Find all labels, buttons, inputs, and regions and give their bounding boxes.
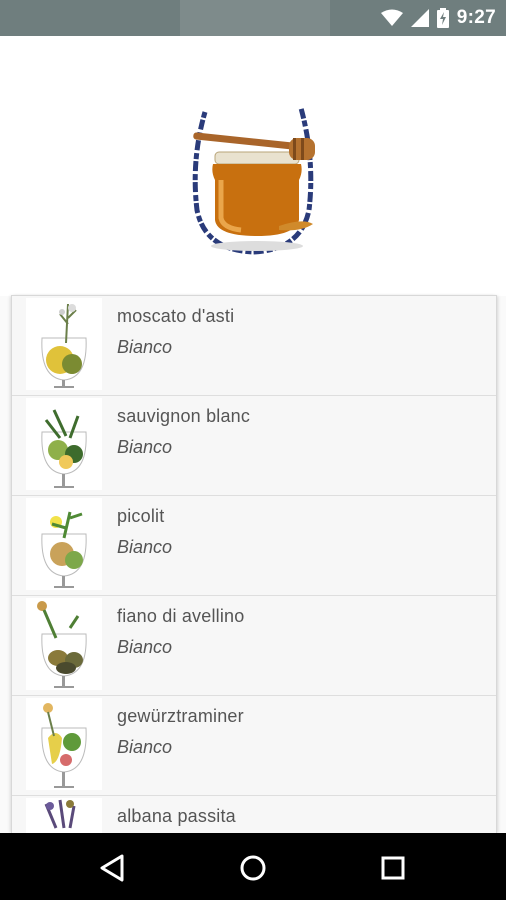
wine-glass-thumbnail [26,698,102,790]
status-bar-highlight [180,0,330,36]
wine-name: picolit [117,506,165,526]
wine-name: fiano di avellino [117,606,245,626]
signal-icon [410,9,429,27]
wine-name: sauvignon blanc [117,406,251,426]
wine-glass-thumbnail [26,398,102,490]
status-icons: 9:27 [380,0,496,36]
list-item[interactable]: albana passita [12,796,496,833]
list-item[interactable]: fiano di avellino Bianco [12,596,496,696]
list-item[interactable]: gewürztraminer Bianco [12,696,496,796]
wine-name: moscato d'asti [117,306,235,326]
wine-glass-thumbnail [26,598,102,690]
navigation-bar [0,833,506,900]
wine-name: gewürztraminer [117,706,244,726]
wine-glass-thumbnail [26,798,102,833]
wine-type: Bianco [117,537,173,557]
recents-icon[interactable] [378,853,408,883]
wine-type: Bianco [117,437,173,457]
list-item[interactable]: moscato d'asti Bianco [12,296,496,396]
wine-type: Bianco [117,737,173,757]
wine-type: Bianco [117,637,173,657]
wifi-icon [380,9,403,26]
battery-charging-icon [436,8,449,28]
wine-glass-thumbnail [26,498,102,590]
honey-jar-in-wine-glass-icon [192,107,315,255]
status-bar: 9:27 [0,0,506,36]
wine-list[interactable]: moscato d'asti Bianco sauvignon blanc Bi… [12,296,496,833]
home-icon[interactable] [238,853,268,883]
list-item[interactable]: sauvignon blanc Bianco [12,396,496,496]
status-time: 9:27 [456,7,496,28]
wine-name: albana passita [117,806,236,826]
list-item[interactable]: picolit Bianco [12,496,496,596]
back-icon[interactable] [98,853,128,883]
wine-glass-thumbnail [26,298,102,390]
wine-type: Bianco [117,337,173,357]
header-image-area [0,36,506,296]
